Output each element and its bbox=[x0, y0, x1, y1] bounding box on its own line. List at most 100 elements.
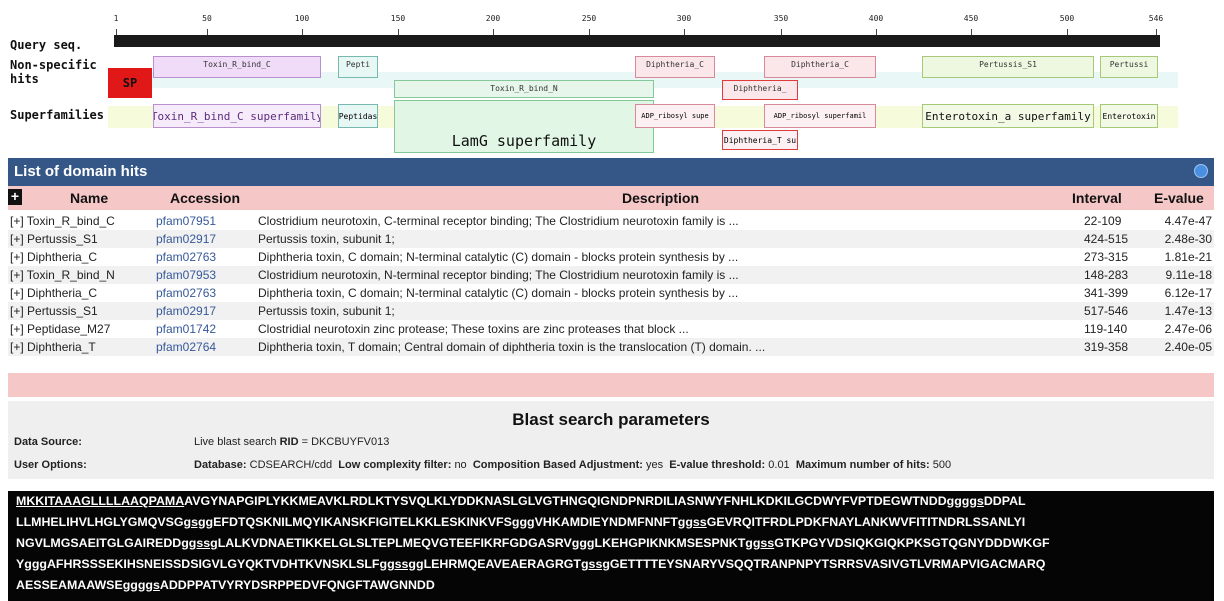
table-row[interactable]: [+] Toxin_R_bind_C pfam07951 Clostridium… bbox=[8, 212, 1214, 230]
signal-peptide-marker[interactable]: SP bbox=[108, 68, 152, 98]
domain-hits-header: List of domain hits bbox=[8, 158, 1214, 186]
table-footer bbox=[8, 373, 1214, 397]
domain-hits-title: List of domain hits bbox=[14, 163, 148, 180]
accession-link[interactable]: pfam01742 bbox=[156, 320, 216, 338]
sequence-linker-segment: gsgg bbox=[183, 515, 214, 529]
data-source-value: Live blast search RID = DKCBUYFV013 bbox=[194, 436, 390, 448]
superfamily-enterotoxin[interactable]: Enterotoxin bbox=[1100, 104, 1158, 128]
hit-name-link[interactable]: [+] Pertussis_S1 bbox=[10, 302, 155, 320]
table-row[interactable]: [+] Pertussis_S1 pfam02917 Pertussis tox… bbox=[8, 302, 1214, 320]
sequence-line: AESSEAMAAWSEggggsADDPPATVYRYDSRPPEDVFQNG… bbox=[16, 575, 1206, 596]
sequence-segment: GETTTTEYSNARYVSQQTRANPNPYTSRRSVASIVGTLVR… bbox=[609, 557, 1046, 571]
hit-name-link[interactable]: [+] Toxin_R_bind_C bbox=[10, 212, 155, 230]
hit-interval: 119-140 bbox=[1084, 322, 1128, 336]
superfamily-peptidase[interactable]: Peptidas bbox=[338, 104, 378, 128]
tick-label: 300 bbox=[676, 14, 692, 23]
sequence-segment: NGVLMGSAEITGLGAIREDD bbox=[16, 536, 182, 550]
accession-link[interactable]: pfam02764 bbox=[156, 338, 216, 356]
superfamily-adp-ribosyl-2[interactable]: ADP_ribosyl superfamil bbox=[764, 104, 876, 128]
hit-toxin-r-bind-n[interactable]: Toxin_R_bind_N bbox=[394, 80, 654, 98]
table-row[interactable]: [+] Pertussis_S1 pfam02917 Pertussis tox… bbox=[8, 230, 1214, 248]
sequence-segment: GEVRQITFRDLPDKFNAYLANKWVFITITNDRLSSANLYI bbox=[706, 515, 1026, 529]
expand-all-button[interactable]: + bbox=[8, 189, 22, 205]
user-options-label: User Options: bbox=[14, 459, 87, 471]
hit-name-link[interactable]: [+] Diphtheria_C bbox=[10, 248, 155, 266]
info-icon[interactable] bbox=[1194, 164, 1208, 178]
accession-link[interactable]: pfam02917 bbox=[156, 302, 216, 320]
column-header-description[interactable]: Description bbox=[622, 190, 699, 206]
hit-name-link[interactable]: [+] Pertussis_S1 bbox=[10, 230, 155, 248]
tick-label: 150 bbox=[390, 14, 406, 23]
hit-description: Clostridium neurotoxin, N-terminal recep… bbox=[258, 268, 739, 282]
column-header-accession[interactable]: Accession bbox=[170, 190, 240, 206]
sequence-segment: DDPAL bbox=[983, 494, 1026, 508]
hit-evalue: 1.81e-21 bbox=[1164, 250, 1212, 264]
superfamily-lamg[interactable]: LamG superfamily bbox=[394, 100, 654, 153]
table-row[interactable]: [+] Diphtheria_C pfam02763 Diphtheria to… bbox=[8, 248, 1214, 266]
hit-name-link[interactable]: [+] Diphtheria_T bbox=[10, 338, 155, 356]
hit-pertussis-s1-1[interactable]: Pertussis_S1 bbox=[922, 56, 1094, 78]
sequence-segment: VHKAMDIEYNDMFNNFT bbox=[534, 515, 678, 529]
sequence-line: MKKITAAAGLLLLAAQPAMAAVGYNAPGIPLYKKMEAVKL… bbox=[16, 491, 1206, 512]
sequence-linker-segment: ggss bbox=[745, 536, 775, 550]
tick-label: 1 bbox=[113, 14, 119, 23]
hit-interval: 341-399 bbox=[1084, 286, 1129, 300]
hit-name-link[interactable]: [+] Peptidase_M27 bbox=[10, 320, 155, 338]
superfamilies-label: Superfamilies bbox=[10, 108, 104, 122]
hit-name-link[interactable]: [+] Toxin_R_bind_N bbox=[10, 266, 155, 284]
sequence-linker-segment: ggssg bbox=[181, 536, 218, 550]
sequence-segment: ADDPPATVYRYDSRPPEDVFQNGFTAWGNNDD bbox=[159, 578, 435, 592]
column-header-evalue[interactable]: E-value bbox=[1154, 190, 1204, 206]
table-row[interactable]: [+] Diphtheria_C pfam02763 Diphtheria to… bbox=[8, 284, 1214, 302]
table-row[interactable]: [+] Toxin_R_bind_N pfam07953 Clostridium… bbox=[8, 266, 1214, 284]
hit-interval: 319-358 bbox=[1084, 340, 1129, 354]
sequence-linker-segment: ggg bbox=[511, 515, 535, 529]
hit-description: Clostridium neurotoxin, C-terminal recep… bbox=[258, 214, 739, 228]
accession-link[interactable]: pfam02917 bbox=[156, 230, 216, 248]
sequence-segment: LALKVDNAETIKKELGLSLTEPLMEQVGTEEFIKRFGDGA… bbox=[217, 536, 572, 550]
hit-pertussis-s1-2[interactable]: Pertussi bbox=[1100, 56, 1158, 78]
tick-label: 400 bbox=[868, 14, 884, 23]
hit-evalue: 2.48e-30 bbox=[1164, 232, 1212, 246]
hit-evalue: 9.11e-18 bbox=[1165, 268, 1212, 282]
hit-toxin-r-bind-c[interactable]: Toxin_R_bind_C bbox=[153, 56, 321, 78]
hit-diphtheria-c-2[interactable]: Diphtheria_C bbox=[764, 56, 876, 78]
table-row[interactable]: [+] Peptidase_M27 pfam01742 Clostridial … bbox=[8, 320, 1214, 338]
query-sequence-bar[interactable] bbox=[114, 35, 1160, 47]
hit-description: Diphtheria toxin, C domain; N-terminal c… bbox=[258, 250, 739, 264]
tick-label: 50 bbox=[202, 14, 212, 23]
accession-link[interactable]: pfam07951 bbox=[156, 212, 216, 230]
superfamily-diphtheria-t[interactable]: Diphtheria_T su bbox=[722, 130, 798, 150]
tick-label: 450 bbox=[963, 14, 979, 23]
hit-interval: 273-315 bbox=[1084, 250, 1129, 264]
column-header-name[interactable]: Name bbox=[70, 190, 108, 206]
column-header-interval[interactable]: Interval bbox=[1072, 190, 1122, 206]
hit-evalue: 6.12e-17 bbox=[1164, 286, 1212, 300]
sequence-segment: AFHRSSSEKIHSNEISSDSIGVLGYQKTVDHTKVNSKLSL… bbox=[46, 557, 380, 571]
hit-peptidase[interactable]: Pepti bbox=[338, 56, 378, 78]
hit-diphtheria-t[interactable]: Diphtheria_ bbox=[722, 80, 798, 100]
nonspecific-hits-label: Non-specific hits bbox=[10, 58, 97, 86]
hit-evalue: 1.47e-13 bbox=[1164, 304, 1212, 318]
superfamily-toxin-r-bind-c[interactable]: Toxin_R_bind_C superfamily bbox=[153, 104, 321, 128]
sequence-segment: EFDTQSKNILMQYIKANSKFIGITELKKLESKINKVFS bbox=[213, 515, 512, 529]
sequence-line: NGVLMGSAEITGLGAIREDDggssgLALKVDNAETIKKEL… bbox=[16, 533, 1206, 554]
sequence-segment: LEHRMQEAVEAERAGRGT bbox=[423, 557, 581, 571]
hit-description: Pertussis toxin, subunit 1; bbox=[258, 304, 395, 318]
blast-params-panel: Blast search parameters Data Source: Liv… bbox=[8, 401, 1214, 479]
tick-label: 200 bbox=[485, 14, 501, 23]
hit-name-link[interactable]: [+] Diphtheria_C bbox=[10, 284, 155, 302]
data-source-label: Data Source: bbox=[14, 436, 82, 448]
user-options-value: Database: CDSEARCH/cdd Low complexity fi… bbox=[194, 459, 952, 471]
accession-link[interactable]: pfam02763 bbox=[156, 284, 216, 302]
table-row[interactable]: [+] Diphtheria_T pfam02764 Diphtheria to… bbox=[8, 338, 1214, 356]
sequence-segment: LLMHELIHVLHGLYGMQVSG bbox=[16, 515, 184, 529]
superfamily-adp-ribosyl-1[interactable]: ADP_ribosyl supe bbox=[635, 104, 715, 128]
superfamily-enterotoxin-a[interactable]: Enterotoxin_a superfamily bbox=[922, 104, 1094, 128]
hit-diphtheria-c-1[interactable]: Diphtheria_C bbox=[635, 56, 715, 78]
hit-evalue: 2.47e-06 bbox=[1164, 322, 1212, 336]
tick-label: 100 bbox=[294, 14, 310, 23]
accession-link[interactable]: pfam07953 bbox=[156, 266, 216, 284]
accession-link[interactable]: pfam02763 bbox=[156, 248, 216, 266]
hit-description: Diphtheria toxin, C domain; N-terminal c… bbox=[258, 286, 739, 300]
